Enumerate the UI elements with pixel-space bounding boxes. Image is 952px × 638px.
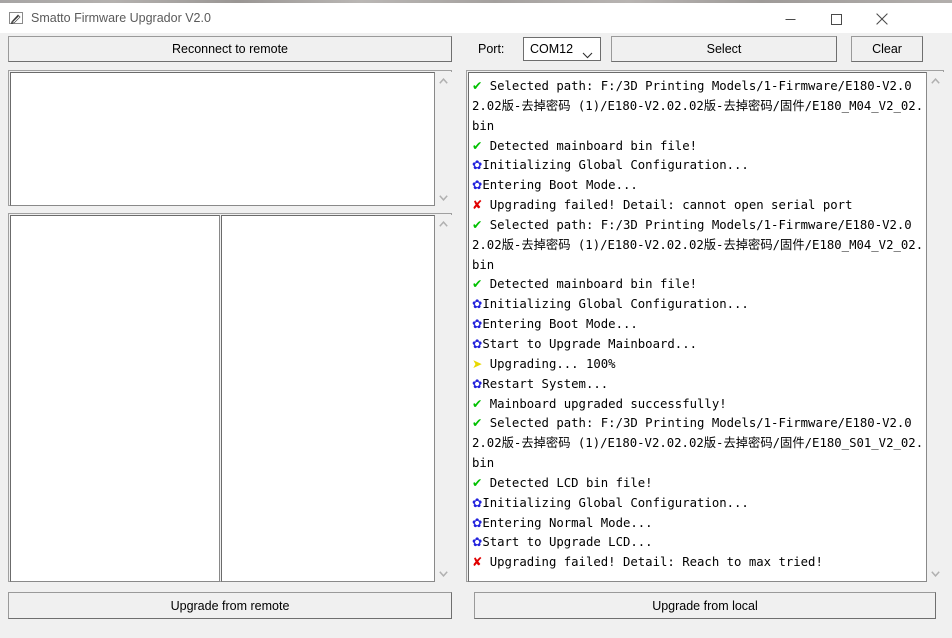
log-line-text: Selected path: F:/3D Printing Models/1-F… bbox=[472, 416, 924, 471]
log-line: ✔ Mainboard upgraded successfully! bbox=[472, 395, 924, 415]
log-line: ✿Start to Upgrade LCD... bbox=[472, 533, 924, 553]
clear-button[interactable]: Clear bbox=[851, 36, 923, 62]
log-line: ➤ Upgrading... 100% bbox=[472, 355, 924, 375]
log-line-text: Entering Boot Mode... bbox=[482, 317, 638, 332]
processing-gear-icon: ✿ bbox=[472, 317, 483, 332]
log-line: ✿Start to Upgrade Mainboard... bbox=[472, 335, 924, 355]
success-check-icon: ✔ bbox=[472, 138, 483, 153]
log-line-text: Detected mainboard bin file! bbox=[482, 277, 698, 292]
success-check-icon: ✔ bbox=[472, 396, 483, 411]
upgrade-from-local-button[interactable]: Upgrade from local bbox=[474, 592, 936, 619]
log-line-text: Start to Upgrade LCD... bbox=[482, 535, 653, 550]
processing-gear-icon: ✿ bbox=[472, 515, 483, 530]
success-check-icon: ✔ bbox=[472, 416, 483, 431]
title-bar: Smatto Firmware Upgrador V2.0 bbox=[0, 3, 952, 33]
log-line: ✿Entering Normal Mode... bbox=[472, 514, 924, 534]
log-line: ✔ Selected path: F:/3D Printing Models/1… bbox=[472, 77, 924, 137]
log-line: ✘ Upgrading failed! Detail: Reach to max… bbox=[472, 553, 924, 573]
log-line-text: Entering Normal Mode... bbox=[482, 515, 653, 530]
scroll-down-arrow-icon[interactable] bbox=[435, 189, 452, 206]
success-check-icon: ✔ bbox=[472, 277, 483, 292]
close-icon[interactable] bbox=[859, 6, 905, 32]
remote-top-pane bbox=[8, 70, 452, 206]
remote-bottom-list-left[interactable] bbox=[10, 215, 220, 582]
chevron-down-icon bbox=[582, 46, 593, 64]
window-title: Smatto Firmware Upgrador V2.0 bbox=[31, 11, 211, 25]
log-line: ✔ Detected mainboard bin file! bbox=[472, 137, 924, 157]
log-line-text: Initializing Global Configuration... bbox=[482, 297, 749, 312]
log-line-text: Initializing Global Configuration... bbox=[482, 495, 749, 510]
log-line: ✔ Selected path: F:/3D Printing Models/1… bbox=[472, 216, 924, 276]
log-line-text: Detected LCD bin file! bbox=[482, 475, 653, 490]
log-line: ✔ Detected mainboard bin file! bbox=[472, 275, 924, 295]
log-output[interactable]: ✔ Selected path: F:/3D Printing Models/1… bbox=[468, 72, 927, 582]
log-line-text: Upgrading... 100% bbox=[482, 356, 616, 371]
remote-top-list[interactable] bbox=[10, 72, 435, 206]
log-line-text: Mainboard upgraded successfully! bbox=[482, 396, 727, 411]
remote-bottom-scrollbar[interactable] bbox=[435, 215, 452, 582]
log-line: ✔ Detected LCD bin file! bbox=[472, 474, 924, 494]
port-select-value: COM12 bbox=[530, 42, 574, 56]
success-check-icon: ✔ bbox=[472, 79, 483, 93]
processing-gear-icon: ✿ bbox=[472, 336, 483, 351]
log-scrollbar[interactable] bbox=[927, 72, 944, 582]
reconnect-to-remote-button[interactable]: Reconnect to remote bbox=[8, 36, 452, 62]
toolbar: Reconnect to remote Port: COM12 Select C… bbox=[0, 32, 952, 66]
log-line: ✔ Selected path: F:/3D Printing Models/1… bbox=[472, 414, 924, 474]
log-line: ✿Restart System... bbox=[472, 375, 924, 395]
log-line: ✿Entering Boot Mode... bbox=[472, 176, 924, 196]
progress-arrow-icon: ➤ bbox=[472, 356, 483, 371]
log-line: ✿Entering Boot Mode... bbox=[472, 315, 924, 335]
scroll-down-arrow-icon[interactable] bbox=[435, 565, 452, 582]
log-line-text: Detected mainboard bin file! bbox=[482, 138, 698, 153]
port-label: Port: bbox=[478, 42, 505, 56]
log-line-text: Upgrading failed! Detail: Reach to max t… bbox=[482, 555, 823, 570]
select-button[interactable]: Select bbox=[611, 36, 837, 62]
log-line-text: Selected path: F:/3D Printing Models/1-F… bbox=[472, 79, 924, 133]
remote-bottom-pane bbox=[8, 213, 452, 582]
log-line-text: Start to Upgrade Mainboard... bbox=[482, 336, 698, 351]
app-pencil-icon bbox=[8, 10, 24, 26]
processing-gear-icon: ✿ bbox=[472, 158, 483, 173]
processing-gear-icon: ✿ bbox=[472, 495, 483, 510]
log-line-text: Restart System... bbox=[482, 376, 609, 391]
error-cross-icon: ✘ bbox=[472, 555, 483, 570]
log-line-text: Upgrading failed! Detail: cannot open se… bbox=[482, 198, 853, 213]
remote-top-scrollbar[interactable] bbox=[435, 72, 452, 206]
log-line: ✿Initializing Global Configuration... bbox=[472, 156, 924, 176]
error-cross-icon: ✘ bbox=[472, 198, 483, 213]
log-pane: ✔ Selected path: F:/3D Printing Models/1… bbox=[466, 70, 944, 582]
scroll-up-arrow-icon[interactable] bbox=[927, 72, 944, 89]
processing-gear-icon: ✿ bbox=[472, 178, 483, 193]
remote-bottom-list-right[interactable] bbox=[221, 215, 435, 582]
application-window: Smatto Firmware Upgrador V2.0 Reconnect … bbox=[0, 0, 952, 638]
log-line-text: Entering Boot Mode... bbox=[482, 178, 638, 193]
upgrade-from-remote-button[interactable]: Upgrade from remote bbox=[8, 592, 452, 619]
scroll-up-arrow-icon[interactable] bbox=[435, 215, 452, 232]
processing-gear-icon: ✿ bbox=[472, 535, 483, 550]
log-line-text: Selected path: F:/3D Printing Models/1-F… bbox=[472, 217, 924, 272]
maximize-icon[interactable] bbox=[813, 6, 859, 32]
success-check-icon: ✔ bbox=[472, 475, 483, 490]
success-check-icon: ✔ bbox=[472, 217, 483, 232]
processing-gear-icon: ✿ bbox=[472, 297, 483, 312]
processing-gear-icon: ✿ bbox=[472, 376, 483, 391]
scroll-up-arrow-icon[interactable] bbox=[435, 72, 452, 89]
minimize-icon[interactable] bbox=[767, 6, 813, 32]
log-line-text: Initializing Global Configuration... bbox=[482, 158, 749, 173]
log-lines: ✔ Selected path: F:/3D Printing Models/1… bbox=[472, 77, 924, 573]
log-line: ✘ Upgrading failed! Detail: cannot open … bbox=[472, 196, 924, 216]
port-select[interactable]: COM12 bbox=[523, 37, 601, 61]
log-line: ✿Initializing Global Configuration... bbox=[472, 494, 924, 514]
log-line: ✿Initializing Global Configuration... bbox=[472, 295, 924, 315]
scroll-down-arrow-icon[interactable] bbox=[927, 565, 944, 582]
